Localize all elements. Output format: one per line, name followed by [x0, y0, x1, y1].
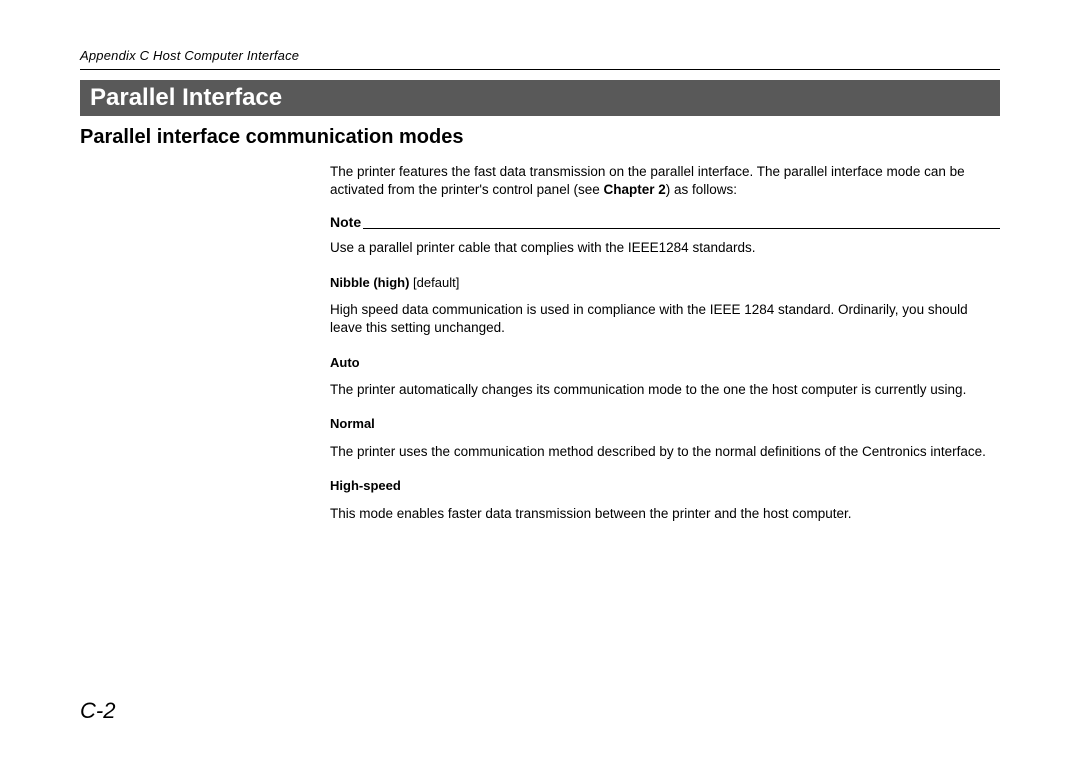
mode-normal-title: Normal [330, 415, 1000, 433]
mode-normal-desc: The printer uses the communication metho… [330, 443, 1000, 461]
section-banner: Parallel Interface [80, 80, 1000, 116]
header-rule [80, 69, 1000, 70]
page: Appendix C Host Computer Interface Paral… [0, 0, 1080, 764]
mode-highspeed-name: High-speed [330, 478, 401, 493]
intro-post: ) as follows: [666, 182, 737, 197]
mode-auto-name: Auto [330, 355, 360, 370]
mode-highspeed-desc: This mode enables faster data transmissi… [330, 505, 1000, 523]
running-header: Appendix C Host Computer Interface [80, 48, 1000, 63]
mode-nibble-default: [default] [409, 275, 459, 290]
note-label: Note [330, 213, 361, 233]
mode-nibble-name: Nibble (high) [330, 275, 409, 290]
mode-highspeed-title: High-speed [330, 477, 1000, 495]
chapter-reference: Chapter 2 [603, 182, 665, 197]
body-column: The printer features the fast data trans… [330, 163, 1000, 523]
mode-auto-title: Auto [330, 354, 1000, 372]
mode-auto-desc: The printer automatically changes its co… [330, 381, 1000, 399]
page-number: C-2 [80, 698, 115, 724]
subsection-title: Parallel interface communication modes [80, 126, 1000, 149]
mode-nibble-title: Nibble (high) [default] [330, 274, 1000, 292]
note-heading: Note [330, 213, 1000, 233]
mode-normal-name: Normal [330, 416, 375, 431]
note-text: Use a parallel printer cable that compli… [330, 239, 1000, 257]
intro-paragraph: The printer features the fast data trans… [330, 163, 1000, 199]
note-rule [363, 228, 1000, 229]
mode-nibble-desc: High speed data communication is used in… [330, 301, 1000, 337]
